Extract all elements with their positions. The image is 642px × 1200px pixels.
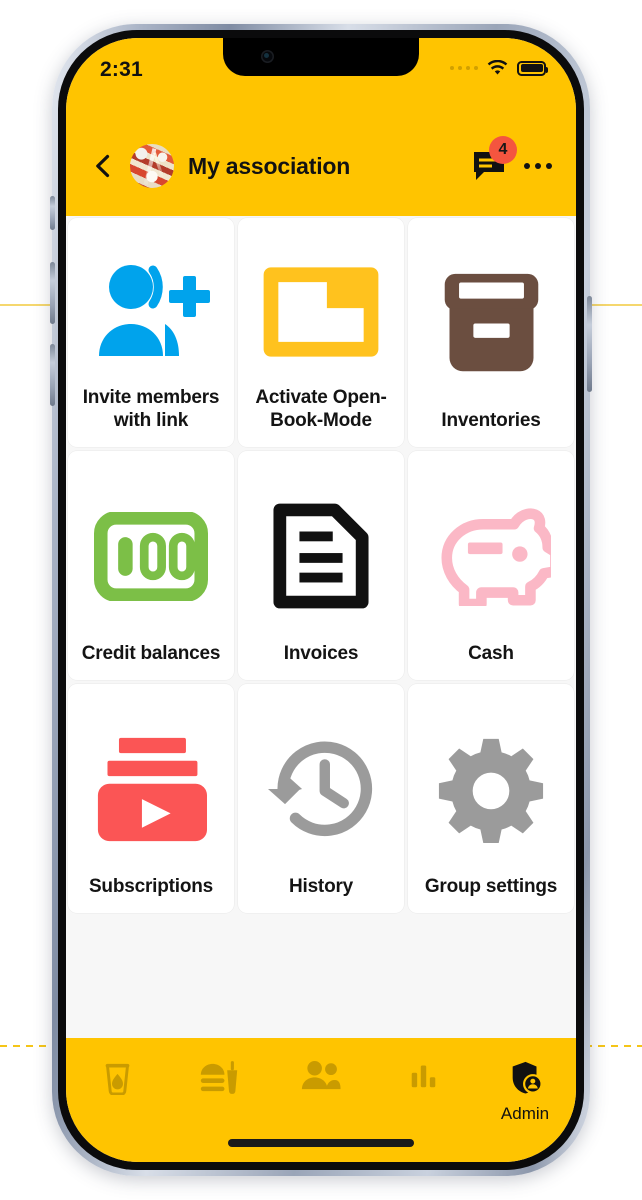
archive-box-icon bbox=[416, 236, 566, 410]
phone-screen: 2:31 My association 4 Invite members wit… bbox=[66, 38, 576, 1162]
drink-glass-icon bbox=[102, 1060, 133, 1100]
nav-item-statistics[interactable] bbox=[379, 1060, 467, 1098]
people-icon bbox=[301, 1060, 341, 1096]
signal-dots-icon bbox=[449, 65, 478, 71]
nav-item-food[interactable] bbox=[175, 1060, 263, 1104]
battery-full-icon bbox=[517, 60, 548, 76]
screenshot-root: 2:31 My association 4 Invite members wit… bbox=[0, 0, 642, 1200]
volume-down-button[interactable] bbox=[50, 344, 55, 406]
front-camera-icon bbox=[261, 50, 274, 63]
tile-label: Subscriptions bbox=[88, 876, 214, 898]
avatar[interactable] bbox=[130, 144, 174, 188]
tile-label: Invite members with link bbox=[82, 387, 220, 432]
hundred-banknote-icon bbox=[76, 469, 226, 643]
tile-inventories[interactable]: Inventories bbox=[408, 218, 574, 447]
status-bar-indicators bbox=[449, 59, 548, 76]
chat-bubble-icon[interactable]: 4 bbox=[472, 136, 517, 183]
tile-label: Cash bbox=[468, 643, 514, 665]
volume-up-button[interactable] bbox=[50, 262, 55, 324]
tile-group-settings[interactable]: Group settings bbox=[408, 684, 574, 913]
tile-history[interactable]: History bbox=[238, 684, 404, 913]
bar-chart-icon bbox=[409, 1060, 438, 1094]
page-title: My association bbox=[188, 152, 351, 179]
document-lines-icon bbox=[246, 469, 396, 643]
tile-label: Inventories bbox=[441, 410, 541, 432]
nav-item-drinks[interactable] bbox=[73, 1060, 161, 1104]
chat-unread-badge: 4 bbox=[489, 136, 517, 164]
tile-label: Group settings bbox=[424, 876, 558, 898]
app-bar: My association 4 bbox=[66, 116, 576, 216]
bottom-navigation: Admin bbox=[66, 1038, 576, 1162]
tile-invoices[interactable]: Invoices bbox=[238, 451, 404, 680]
nav-label: Admin bbox=[500, 1104, 550, 1123]
tile-subscriptions[interactable]: Subscriptions bbox=[68, 684, 234, 913]
wifi-icon bbox=[487, 59, 508, 76]
tile-invite-members[interactable]: Invite members with link bbox=[68, 218, 234, 447]
status-bar: 2:31 bbox=[66, 38, 576, 116]
piggy-bank-icon bbox=[416, 469, 566, 643]
tile-cash[interactable]: Cash bbox=[408, 451, 574, 680]
silent-switch[interactable] bbox=[50, 196, 55, 230]
power-button[interactable] bbox=[587, 296, 592, 392]
device-notch bbox=[223, 38, 419, 76]
play-subscription-icon bbox=[76, 702, 226, 876]
tile-label: Activate Open-Book-Mode bbox=[255, 387, 387, 432]
tile-label: History bbox=[288, 876, 354, 898]
back-chevron-icon[interactable] bbox=[90, 153, 116, 179]
tile-credit-balances[interactable]: Credit balances bbox=[68, 451, 234, 680]
tile-label: Invoices bbox=[283, 643, 359, 665]
shield-admin-icon bbox=[509, 1060, 543, 1100]
person-add-icon bbox=[76, 236, 226, 387]
home-indicator[interactable] bbox=[228, 1139, 414, 1147]
action-tile-grid: Invite members with link Activate Open-B… bbox=[66, 216, 576, 913]
food-meal-icon bbox=[199, 1060, 239, 1100]
more-options-icon[interactable] bbox=[524, 163, 552, 169]
clock-rewind-icon bbox=[246, 702, 396, 876]
main-content: Invite members with link Activate Open-B… bbox=[66, 216, 576, 1038]
nav-item-people[interactable] bbox=[277, 1060, 365, 1100]
status-bar-clock: 2:31 bbox=[100, 58, 143, 81]
gear-icon bbox=[416, 702, 566, 876]
open-folder-icon bbox=[246, 236, 396, 387]
nav-item-admin[interactable]: Admin bbox=[481, 1060, 569, 1124]
tile-activate-open-book-mode[interactable]: Activate Open-Book-Mode bbox=[238, 218, 404, 447]
tile-label: Credit balances bbox=[81, 643, 221, 665]
